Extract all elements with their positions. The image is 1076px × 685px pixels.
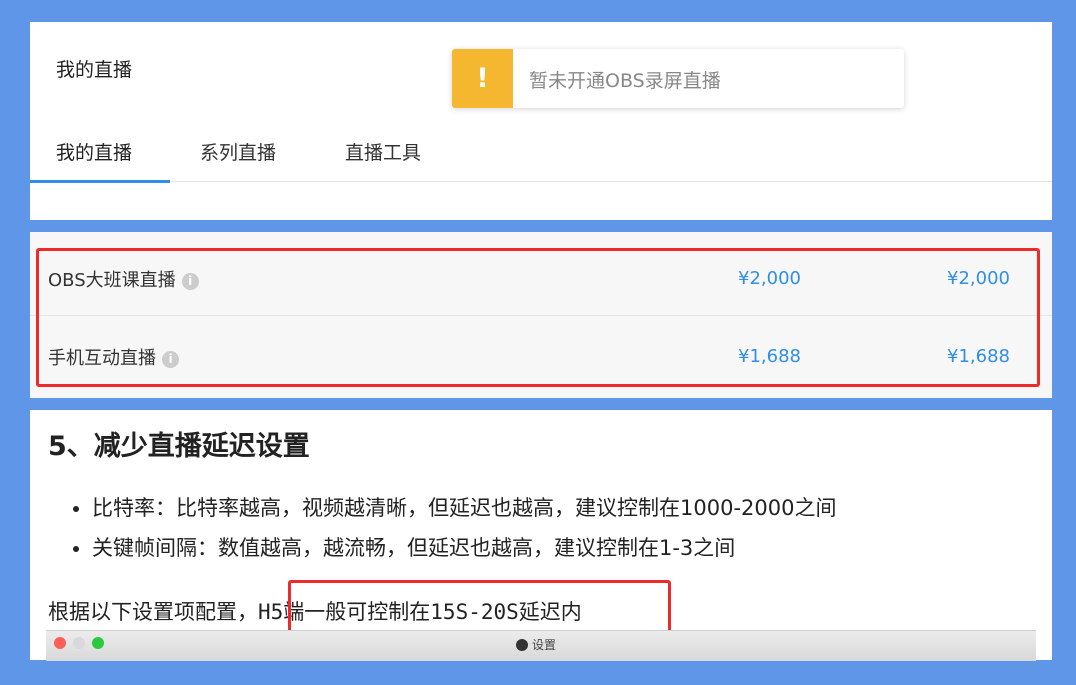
tips-list: 比特率：比特率越高，视频越清晰，但延迟也越高，建议控制在1000-2000之间 …: [70, 488, 836, 568]
live-header-panel: 我的直播 ! 暂未开通OBS录屏直播 我的直播 系列直播 直播工具: [30, 22, 1052, 220]
settings-window-titlebar: 设置: [46, 630, 1036, 661]
page-title: 我的直播: [56, 59, 133, 81]
section-heading: 5、减少直播延迟设置: [48, 431, 310, 462]
close-dot-icon[interactable]: [54, 637, 66, 649]
warning-icon: !: [452, 49, 513, 108]
maximize-dot-icon[interactable]: [92, 637, 104, 649]
highlight-box: [36, 248, 1040, 387]
list-item: 比特率：比特率越高，视频越清晰，但延迟也越高，建议控制在1000-2000之间: [92, 488, 836, 528]
window-title: 设置: [516, 636, 556, 653]
app-icon: [516, 639, 528, 651]
tab-series-live[interactable]: 系列直播: [200, 138, 276, 165]
window-title-text: 设置: [532, 638, 557, 652]
paragraph-text: 根据以下设置项配置，: [48, 600, 258, 624]
article-panel: 5、减少直播延迟设置 比特率：比特率越高，视频越清晰，但延迟也越高，建议控制在1…: [30, 410, 1052, 661]
list-item: 关键帧间隔：数值越高，越流畅，但延迟也越高，建议控制在1-3之间: [92, 528, 836, 568]
toast-message: 暂未开通OBS录屏直播: [529, 70, 721, 92]
minimize-dot-icon[interactable]: [73, 637, 85, 649]
warning-toast: ! 暂未开通OBS录屏直播: [452, 49, 904, 108]
tab-bar: 我的直播 系列直播 直播工具: [30, 128, 1052, 183]
pricing-panel: OBS大班课直播 i ¥2,000 ¥2,000 手机互动直播 i ¥1,688 ¥…: [30, 232, 1052, 398]
active-tab-indicator: [30, 180, 170, 183]
tab-my-live[interactable]: 我的直播: [56, 138, 132, 165]
tab-live-tools[interactable]: 直播工具: [345, 138, 421, 165]
